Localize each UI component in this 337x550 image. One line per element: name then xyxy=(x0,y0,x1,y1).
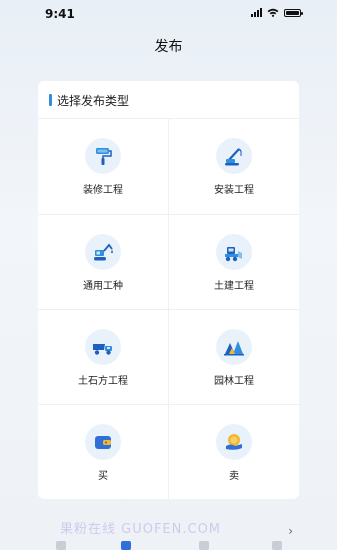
battery-icon xyxy=(284,8,303,17)
chevron-right-icon[interactable]: › xyxy=(288,524,293,538)
status-bar: 9:41 xyxy=(0,0,337,28)
type-item-buy[interactable]: 买 xyxy=(38,405,168,500)
coin-hand-icon xyxy=(216,424,252,460)
tab-home[interactable] xyxy=(56,541,66,550)
type-item-civil-works[interactable]: 土建工程 xyxy=(169,215,299,310)
type-item-label: 园林工程 xyxy=(214,376,254,387)
card-title: 选择发布类型 xyxy=(57,93,130,108)
tab-publish[interactable] xyxy=(121,541,131,550)
type-item-label: 买 xyxy=(98,471,108,482)
type-item-label: 通用工种 xyxy=(83,281,123,292)
publish-type-card: 选择发布类型 装修工程 安装工程 通用工种 土建工程 土石方工程 园林工程 买 … xyxy=(38,81,299,499)
accent-bar xyxy=(49,94,52,106)
dump-truck-icon xyxy=(85,329,121,365)
page-title: 发布 xyxy=(154,39,183,55)
type-item-installation[interactable]: 安装工程 xyxy=(169,119,299,214)
type-item-label: 安装工程 xyxy=(214,185,254,196)
wallet-icon xyxy=(85,424,121,460)
type-item-label: 土石方工程 xyxy=(78,376,128,387)
status-time: 9:41 xyxy=(45,7,75,21)
card-header: 选择发布类型 xyxy=(49,93,130,108)
type-grid: 装修工程 安装工程 通用工种 土建工程 土石方工程 园林工程 买 卖 xyxy=(38,119,299,499)
excavator-icon xyxy=(85,234,121,270)
type-item-label: 卖 xyxy=(229,471,239,482)
paint-roller-icon xyxy=(85,138,121,174)
type-item-earthwork[interactable]: 土石方工程 xyxy=(38,310,168,405)
status-icons xyxy=(251,8,303,17)
type-item-label: 土建工程 xyxy=(214,281,254,292)
screen: 9:41 发布 选择发布类型 装修工程 安装工程 通用工种 土建工程 土石方工程… xyxy=(0,0,337,550)
bulldozer-icon xyxy=(216,234,252,270)
type-item-decoration[interactable]: 装修工程 xyxy=(38,119,168,214)
tab-profile[interactable] xyxy=(272,541,282,550)
signal-icon xyxy=(251,8,262,17)
type-item-label: 装修工程 xyxy=(83,185,123,196)
type-item-general-work[interactable]: 通用工种 xyxy=(38,215,168,310)
type-item-sell[interactable]: 卖 xyxy=(169,405,299,500)
tab-messages[interactable] xyxy=(199,541,209,550)
type-item-landscaping[interactable]: 园林工程 xyxy=(169,310,299,405)
wifi-icon xyxy=(267,8,279,17)
crane-icon xyxy=(216,138,252,174)
trees-icon xyxy=(216,329,252,365)
tab-bar xyxy=(0,538,337,550)
watermark: 果粉在线 GUOFEN.COM xyxy=(60,522,222,537)
